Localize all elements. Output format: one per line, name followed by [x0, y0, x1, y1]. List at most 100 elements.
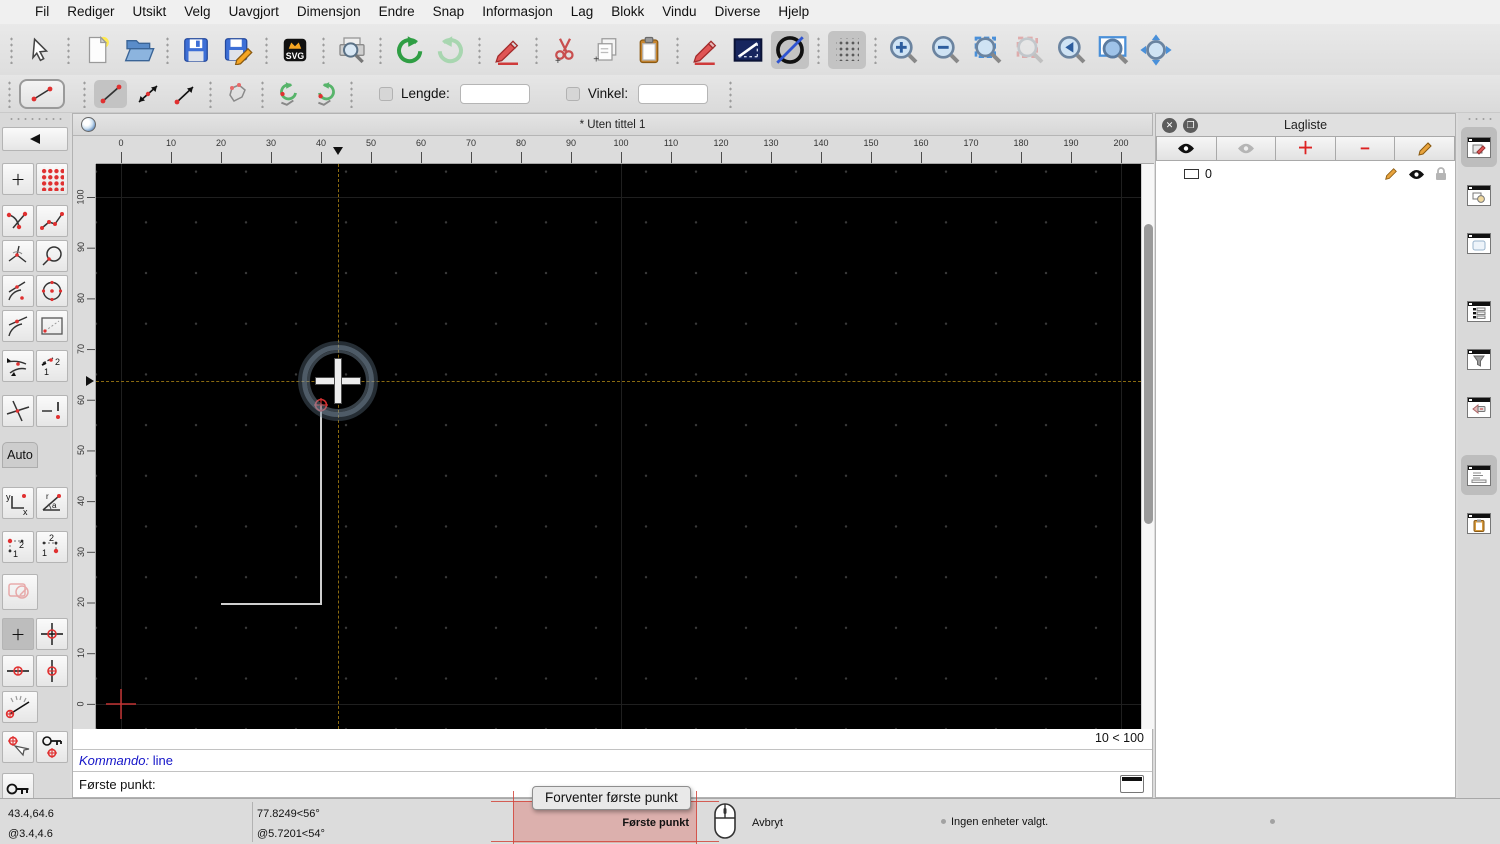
open-file-button[interactable]	[120, 31, 158, 69]
toolbar-handle[interactable]	[9, 35, 14, 64]
scrollbar-thumb[interactable]	[1144, 224, 1153, 524]
snap-center-circle-button[interactable]	[36, 275, 68, 307]
redo-segment-button[interactable]	[309, 80, 342, 108]
snap-center-button[interactable]	[2, 240, 34, 272]
zoom-back-button[interactable]	[1053, 31, 1091, 69]
lock-relative-zero-button[interactable]	[36, 731, 68, 763]
select-pointer-icon[interactable]	[21, 31, 59, 69]
layer-edit-icon[interactable]	[1384, 167, 1398, 181]
new-file-button[interactable]	[78, 31, 116, 69]
toolbar-handle[interactable]	[66, 35, 71, 64]
dock-entity-list-icon[interactable]	[1461, 291, 1497, 331]
dock-view-icon[interactable]	[1461, 387, 1497, 427]
snap-endpoints-button[interactable]	[2, 205, 34, 237]
pen-edit-button[interactable]	[687, 31, 725, 69]
zoom-in-button[interactable]	[885, 31, 923, 69]
copy-button[interactable]: +	[588, 31, 626, 69]
current-tool-line-icon[interactable]	[19, 78, 65, 109]
angle-input[interactable]	[638, 83, 709, 104]
save-button[interactable]	[177, 31, 215, 69]
dock-library-browser-icon[interactable]	[1461, 223, 1497, 263]
menu-item[interactable]: Snap	[424, 4, 474, 19]
coord-cartesian-button[interactable]: yx	[2, 487, 34, 519]
float-panel-icon[interactable]: ❐	[1183, 117, 1198, 133]
menu-item[interactable]: Hjelp	[769, 4, 818, 19]
edit-layer-button[interactable]	[1395, 136, 1455, 161]
length-checkbox[interactable]	[379, 86, 393, 101]
print-preview-button[interactable]	[333, 31, 371, 69]
show-all-layers-button[interactable]	[1156, 136, 1217, 161]
coord-polar-button[interactable]: ra	[36, 487, 68, 519]
dock-handle[interactable]	[1466, 116, 1492, 122]
dock-command-line-icon[interactable]	[1461, 455, 1497, 495]
menu-item[interactable]: Rediger	[58, 4, 123, 19]
dock-block-list-icon[interactable]	[1461, 175, 1497, 215]
length-input[interactable]	[459, 83, 530, 104]
menu-item[interactable]: Endre	[370, 4, 424, 19]
snap-middle-button[interactable]	[2, 310, 34, 342]
angle-gauge-button[interactable]	[2, 691, 38, 723]
undo-segment-button[interactable]	[272, 80, 305, 108]
polyline-button[interactable]	[220, 80, 253, 108]
snap-circle-button[interactable]	[36, 240, 68, 272]
line-segment-button[interactable]	[94, 79, 127, 108]
dock-layer-list-icon[interactable]	[1461, 127, 1497, 167]
restrict-free-button[interactable]: ＋	[2, 618, 34, 650]
remove-layer-button[interactable]: −	[1335, 136, 1396, 161]
menu-item[interactable]: Informasjon	[473, 4, 562, 19]
restrict-orthogonal-button[interactable]	[36, 618, 68, 650]
save-as-button[interactable]	[219, 31, 257, 69]
delete-selected-button[interactable]	[489, 31, 527, 69]
close-icon[interactable]: ✕	[1162, 117, 1177, 133]
export-svg-button[interactable]: SVG	[276, 31, 314, 69]
layer-row[interactable]: 0	[1156, 163, 1455, 185]
line-board-button[interactable]	[729, 31, 767, 69]
line-two-arrows-button[interactable]	[131, 80, 164, 108]
layer-lock-icon[interactable]	[1435, 167, 1447, 181]
dock-filter-icon[interactable]	[1461, 339, 1497, 379]
restrict-horizontal-button[interactable]	[2, 655, 34, 687]
set-relative-zero-button[interactable]	[2, 731, 34, 763]
layer-visible-icon[interactable]	[1408, 169, 1425, 180]
auto-snap-button[interactable]: Auto	[2, 442, 38, 468]
selection-region-button[interactable]	[2, 574, 38, 610]
vertical-scrollbar[interactable]	[1141, 164, 1154, 729]
menu-item[interactable]: Blokk	[602, 4, 653, 19]
snap-tangent-button[interactable]	[2, 275, 34, 307]
menu-item[interactable]: Lag	[562, 4, 603, 19]
menu-item[interactable]: Velg	[175, 4, 219, 19]
toolbar-handle[interactable]	[7, 79, 12, 108]
line-arrow-button[interactable]	[168, 80, 201, 108]
snap-reference-button[interactable]	[36, 310, 68, 342]
zoom-out-button[interactable]	[927, 31, 965, 69]
menu-item[interactable]: Vindu	[653, 4, 705, 19]
cut-button[interactable]: +	[546, 31, 584, 69]
zoom-auto-button[interactable]	[969, 31, 1007, 69]
menu-item[interactable]: Uavgjort	[220, 4, 288, 19]
points-order-21-button[interactable]: 12	[36, 531, 68, 563]
hide-all-layers-button[interactable]	[1216, 136, 1277, 161]
circle-line-button[interactable]	[771, 30, 809, 69]
add-layer-button[interactable]: ＋	[1276, 136, 1336, 161]
menu-item[interactable]: Utsikt	[124, 4, 176, 19]
dock-clipboard-icon[interactable]	[1461, 503, 1497, 543]
restrict-vertical-button[interactable]	[36, 655, 68, 687]
paste-button[interactable]	[630, 31, 668, 69]
snap-on-entity-button[interactable]	[36, 205, 68, 237]
dock-handle[interactable]	[8, 116, 62, 122]
snap-intersection-manual-button[interactable]: 12	[36, 350, 68, 382]
angle-checkbox[interactable]	[565, 86, 580, 101]
zoom-window-button[interactable]	[1095, 31, 1133, 69]
menu-item[interactable]: Dimensjon	[288, 4, 370, 19]
menu-item[interactable]: Diverse	[706, 4, 770, 19]
undo-button[interactable]	[390, 31, 428, 69]
snap-free-button[interactable]: ＋	[2, 163, 34, 195]
points-order-12-button[interactable]: 12	[2, 531, 34, 563]
redo-button[interactable]	[432, 31, 470, 69]
zoom-previous-button[interactable]	[1011, 31, 1049, 69]
drawing-canvas[interactable]	[96, 164, 1141, 729]
snap-grid-button[interactable]	[36, 163, 68, 195]
zoom-pan-button[interactable]	[1137, 31, 1175, 69]
snap-nearest-warning-button[interactable]	[36, 395, 68, 427]
snap-cross-button[interactable]	[2, 395, 34, 427]
